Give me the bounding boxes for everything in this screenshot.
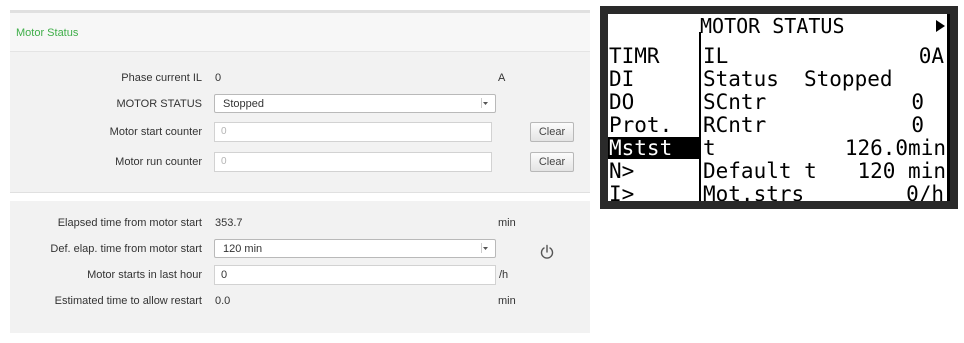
elapsed-time-value: 353.7 [215, 217, 243, 229]
lcd-menu-item: TIMR [609, 44, 660, 68]
motor-status-select[interactable]: Stopped [214, 94, 496, 113]
est-restart-value: 0.0 [215, 295, 231, 307]
lcd-line-name: SCntr [703, 90, 767, 114]
lcd-line-name: Status [703, 67, 779, 91]
def-elapsed-label: Def. elap. time from motor start [50, 243, 202, 255]
lcd-menu-item-selected: Mstst [609, 136, 673, 160]
est-restart-unit: min [498, 295, 516, 307]
elapsed-time-unit: min [498, 217, 516, 229]
lcd-line-value: 0A [918, 44, 944, 68]
motor-status-value: Stopped [223, 98, 264, 110]
status-section: Phase current IL 0 A MOTOR STATUS Stoppe… [10, 52, 590, 193]
lcd-line-name: Mot.strs [703, 182, 805, 201]
phase-current-value: 0 [215, 72, 222, 84]
arrow-right-icon [936, 20, 945, 32]
starts-last-hour-value: 0 [221, 269, 228, 281]
lcd-menu-item: DO [609, 90, 635, 114]
est-restart-label: Estimated time to allow restart [54, 295, 202, 307]
lcd-line-value: 126.0min [844, 136, 946, 160]
power-icon[interactable] [540, 244, 554, 260]
timing-section: Elapsed time from motor start 353.7 min … [10, 201, 590, 333]
motor-status-label: MOTOR STATUS [116, 98, 202, 110]
starts-last-hour-unit: /h [499, 269, 509, 281]
lcd-line-name: IL [703, 44, 729, 68]
panel-header: Motor Status [10, 13, 590, 52]
lcd-scrollbar [947, 14, 950, 201]
panel-title: Motor Status [16, 27, 79, 39]
lcd-line-value: 0 [911, 113, 924, 137]
elapsed-time-label: Elapsed time from motor start [57, 217, 202, 229]
lcd-line-name: Default t [703, 159, 817, 183]
start-counter-field[interactable]: 0 [214, 122, 492, 142]
clear-run-counter-button[interactable]: Clear [530, 152, 574, 172]
motor-status-panel: Motor Status Phase current IL 0 A MOTOR … [10, 10, 590, 333]
caret-down-icon [481, 98, 488, 108]
lcd-menu-item: N> [609, 159, 635, 183]
run-counter-value: 0 [221, 156, 227, 167]
clear-start-counter-button[interactable]: Clear [530, 122, 574, 142]
lcd-display: MOTOR STATUS TIMR DI DO Prot. Mstst N> I… [600, 6, 958, 209]
lcd-line-value: Stopped [804, 67, 893, 91]
phase-current-label: Phase current IL [121, 72, 202, 84]
phase-current-unit: A [498, 72, 506, 84]
lcd-line-value: 0 [911, 90, 924, 114]
starts-last-hour-label: Motor starts in last hour [87, 269, 202, 281]
start-counter-label: Motor start counter [109, 126, 202, 138]
caret-down-icon [481, 243, 488, 253]
lcd-separator [699, 32, 701, 201]
run-counter-label: Motor run counter [115, 156, 202, 168]
start-counter-value: 0 [221, 126, 227, 137]
def-elapsed-value: 120 min [223, 243, 263, 255]
lcd-line-value: 120 min [857, 159, 946, 183]
def-elapsed-select[interactable]: 120 min [214, 239, 496, 258]
lcd-menu-item: Prot. [609, 113, 673, 137]
lcd-screen: MOTOR STATUS TIMR DI DO Prot. Mstst N> I… [608, 14, 950, 201]
lcd-line-name: RCntr [703, 113, 767, 137]
lcd-title: MOTOR STATUS [700, 14, 845, 38]
run-counter-field[interactable]: 0 [214, 152, 492, 172]
lcd-menu-item: I> [609, 182, 635, 201]
lcd-menu-item: DI [609, 67, 635, 91]
lcd-line-value: 0/h [906, 182, 944, 201]
lcd-line-name: t [703, 136, 716, 160]
starts-last-hour-field[interactable]: 0 [214, 265, 496, 285]
